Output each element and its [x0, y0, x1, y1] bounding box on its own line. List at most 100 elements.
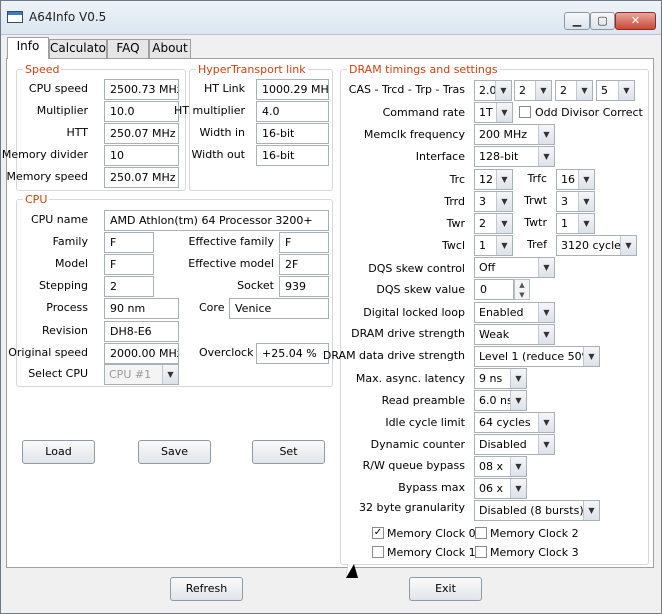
dll-dropdown[interactable]: Enabled ▼	[474, 302, 555, 323]
trrd-dropdown[interactable]: 3 ▼	[474, 191, 513, 212]
stepping-field[interactable]: 2	[104, 276, 154, 297]
data-drive-strength-dropdown[interactable]: Level 1 (reduce 50%) ▼	[474, 346, 600, 367]
trrd-label: Trrd	[444, 195, 465, 208]
width-in-field[interactable]: 16-bit	[256, 123, 329, 144]
tab-faq[interactable]: FAQ	[107, 39, 149, 58]
trc-dropdown[interactable]: 12 ▼	[474, 169, 513, 190]
dqs-skew-value-field[interactable]: 0	[474, 279, 514, 300]
interface-value: 128-bit	[479, 150, 519, 163]
info-panel: Speed CPU speed 2500.73 MHz Multiplier 1…	[2, 58, 654, 568]
stepping-label: Stepping	[38, 279, 88, 292]
trwt-label: Trwt	[524, 194, 547, 207]
rw-queue-dropdown[interactable]: 08 x ▼	[474, 456, 527, 477]
width-out-field[interactable]: 16-bit	[256, 145, 329, 166]
close-button[interactable]: ✕	[615, 12, 656, 30]
idle-cycle-value: 64 cycles	[479, 416, 531, 429]
async-latency-dropdown[interactable]: 9 ns ▼	[474, 368, 527, 389]
dll-value: Enabled	[479, 306, 524, 319]
dqs-skew-control-dropdown[interactable]: Off ▼	[474, 257, 555, 278]
memory-speed-field[interactable]: 250.07 MHz	[104, 167, 179, 188]
overclock-field[interactable]: +25.04 %	[256, 343, 329, 364]
chevron-down-icon: ▼	[538, 258, 554, 277]
drive-strength-dropdown[interactable]: Weak ▼	[474, 324, 555, 345]
htt-field[interactable]: 250.07 MHz	[104, 123, 179, 144]
memory-clock-3-label: Memory Clock 3	[490, 546, 579, 559]
spin-up-icon[interactable]: ▲	[515, 280, 529, 290]
select-cpu-dropdown: CPU #1 ▼	[104, 364, 179, 385]
drive-strength-label: DRAM drive strength	[351, 327, 465, 340]
load-button[interactable]: Load	[22, 440, 95, 464]
original-speed-label: Original speed	[8, 346, 88, 359]
trfc-label: Trfc	[527, 172, 547, 185]
save-button[interactable]: Save	[138, 440, 211, 464]
granularity-value: Disabled (8 bursts)	[479, 504, 584, 517]
title-bar[interactable]: A64Info V0.5 ▁ ▢ ✕	[1, 1, 661, 35]
multiplier-field[interactable]: 10.0	[104, 101, 179, 122]
memory-clock-1-checkbox[interactable]	[372, 546, 384, 558]
refresh-button[interactable]: Refresh	[170, 577, 243, 601]
effective-family-field[interactable]: F	[279, 232, 329, 253]
interface-dropdown[interactable]: 128-bit ▼	[474, 146, 555, 167]
model-field[interactable]: F	[104, 254, 154, 275]
chevron-down-icon: ▼	[510, 391, 526, 410]
twr-dropdown[interactable]: 2 ▼	[474, 213, 513, 234]
exit-button[interactable]: Exit	[409, 577, 482, 601]
ht-multiplier-field[interactable]: 4.0	[256, 101, 329, 122]
effective-family-label: Effective family	[188, 235, 274, 248]
cpu-name-label: CPU name	[30, 213, 88, 226]
cpu-speed-field[interactable]: 2500.73 MHz	[104, 79, 179, 100]
command-rate-dropdown[interactable]: 1T ▼	[474, 102, 513, 123]
read-preamble-dropdown[interactable]: 6.0 ns ▼	[474, 390, 527, 411]
ht-link-field[interactable]: 1000.29 MHz	[256, 79, 329, 100]
dynamic-counter-dropdown[interactable]: Disabled ▼	[474, 434, 555, 455]
twr-value: 2	[479, 217, 486, 230]
ht-multiplier-label: HT multiplier	[174, 104, 245, 117]
chevron-down-icon: ▼	[510, 479, 526, 498]
tras-dropdown[interactable]: 5 ▼	[596, 80, 635, 101]
dqs-skew-spinner[interactable]: ▲ ▼	[514, 279, 530, 300]
memory-clock-2-checkbox[interactable]	[475, 527, 487, 539]
tref-dropdown[interactable]: 3120 cycles ▼	[556, 235, 637, 256]
trcd-dropdown[interactable]: 2 ▼	[514, 80, 552, 101]
hypertransport-group-title: HyperTransport link	[196, 63, 308, 76]
original-speed-field[interactable]: 2000.00 MHz	[104, 343, 179, 364]
memory-clock-3-checkbox[interactable]	[475, 546, 487, 558]
trwt-dropdown[interactable]: 3 ▼	[556, 191, 595, 212]
cas-label: CAS - Trcd - Trp - Tras	[348, 83, 465, 96]
cas-dropdown[interactable]: 2.0 ▼	[474, 80, 512, 101]
tab-calculator[interactable]: Calculator	[49, 39, 111, 58]
spin-down-icon[interactable]: ▼	[515, 290, 529, 300]
bypass-max-dropdown[interactable]: 06 x ▼	[474, 478, 527, 499]
trcd-value: 2	[519, 84, 526, 97]
htt-label: HTT	[66, 126, 88, 139]
memclk-dropdown[interactable]: 200 MHz ▼	[474, 124, 555, 145]
twtr-dropdown[interactable]: 1 ▼	[556, 213, 595, 234]
tras-value: 5	[601, 84, 608, 97]
memory-divider-field[interactable]: 10	[104, 145, 179, 166]
trp-dropdown[interactable]: 2 ▼	[555, 80, 593, 101]
data-drive-strength-label: DRAM data drive strength	[322, 349, 465, 362]
chevron-down-icon: ▼	[510, 457, 526, 476]
socket-field[interactable]: 939	[279, 276, 329, 297]
tab-about[interactable]: About	[149, 39, 191, 58]
revision-field[interactable]: DH8-E6	[104, 321, 179, 342]
family-field[interactable]: F	[104, 232, 154, 253]
granularity-dropdown[interactable]: Disabled (8 bursts) ▼	[474, 500, 600, 521]
memory-clock-0-checkbox[interactable]: ✓	[372, 527, 384, 539]
revision-label: Revision	[42, 324, 88, 337]
cpu-name-field[interactable]: AMD Athlon(tm) 64 Processor 3200+	[104, 210, 329, 231]
idle-cycle-dropdown[interactable]: 64 cycles ▼	[474, 412, 555, 433]
tab-info[interactable]: Info	[7, 37, 49, 59]
twcl-dropdown[interactable]: 1 ▼	[474, 235, 513, 256]
odd-divisor-checkbox[interactable]	[519, 106, 531, 118]
bypass-max-value: 06 x	[479, 482, 504, 495]
effective-model-field[interactable]: 2F	[279, 254, 329, 275]
process-field[interactable]: 90 nm	[104, 298, 179, 319]
trfc-dropdown[interactable]: 16 ▼	[556, 169, 595, 190]
core-field[interactable]: Venice	[229, 298, 329, 319]
window-title: A64Info V0.5	[29, 10, 107, 24]
maximize-button[interactable]: ▢	[590, 12, 615, 30]
dynamic-counter-label: Dynamic counter	[370, 438, 465, 451]
set-button[interactable]: Set	[252, 440, 325, 464]
minimize-button[interactable]: ▁	[564, 12, 590, 30]
